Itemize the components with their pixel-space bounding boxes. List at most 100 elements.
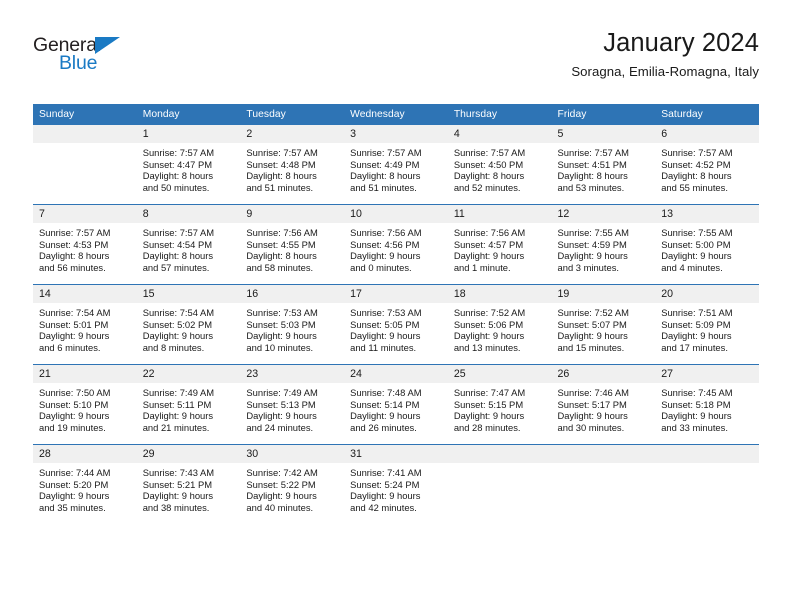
calendar-day-cell[interactable]: 20 Sunrise: 7:51 AM Sunset: 5:09 PM Dayligh…: [655, 284, 759, 365]
day-info-line: Sunrise: 7:57 AM: [453, 147, 526, 158]
calendar-day-cell[interactable]: 15 Sunrise: 7:54 AM Sunset: 5:02 PM Dayligh…: [136, 284, 241, 365]
day-info-line: Daylight: 9 hours: [661, 410, 732, 422]
day-info-line: Daylight: 9 hours: [246, 330, 317, 342]
day-info-line: and 8 minutes.: [142, 342, 205, 354]
calendar-day-cell[interactable]: 14 Sunrise: 7:54 AM Sunset: 5:01 PM Dayligh…: [33, 284, 137, 365]
day-info-line: Sunrise: 7:55 AM: [557, 227, 629, 238]
logo-triangle-icon: [95, 36, 120, 54]
calendar-table: Sunday Monday Tuesday Wednesday Thursday Frid…: [33, 104, 759, 524]
calendar-day-cell[interactable]: 6 Sunrise: 7:57 AM Sunset: 4:52 PM Daylight…: [655, 125, 759, 205]
page-title: January 2024: [603, 29, 759, 57]
calendar-week-row: 14 Sunrise: 7:54 AM Sunset: 5:01 PM Dayligh…: [33, 284, 759, 365]
day-info-line: Sunset: 5:06 PM: [453, 318, 524, 330]
calendar-day-cell[interactable]: 10 Sunrise: 7:56 AM Sunset: 4:56 PM Dayligh…: [344, 204, 448, 285]
calendar-day-cell[interactable]: 25 Sunrise: 7:47 AM Sunset: 5:15 PM Dayligh…: [447, 364, 552, 445]
day-info-line: Daylight: 9 hours: [557, 410, 628, 422]
day-info-line: and 55 minutes.: [661, 182, 728, 194]
calendar-day-cell[interactable]: 30 Sunrise: 7:42 AM Sunset: 5:22 PM Dayligh…: [240, 444, 345, 524]
day-info-line: Daylight: 8 hours: [453, 170, 525, 182]
day-info-line: Daylight: 8 hours: [661, 170, 732, 182]
day-sun-info: Sunrise: 7:45 AM Sunset: 5:18 PM Daylight:…: [655, 383, 759, 434]
calendar-day-cell[interactable]: 5 Sunrise: 7:57 AM Sunset: 4:51 PM Daylight…: [551, 125, 656, 205]
day-number: 31: [344, 445, 448, 463]
calendar-day-cell[interactable]: 27 Sunrise: 7:45 AM Sunset: 5:18 PM Dayligh…: [655, 364, 759, 445]
calendar-day-cell[interactable]: 28 Sunrise: 7:44 AM Sunset: 5:20 PM Dayligh…: [33, 444, 137, 524]
day-info-line: Sunset: 4:48 PM: [246, 158, 316, 170]
day-sun-info: Sunrise: 7:49 AM Sunset: 5:13 PM Daylight:…: [240, 383, 344, 434]
calendar-day-cell[interactable]: 29 Sunrise: 7:43 AM Sunset: 5:21 PM Dayligh…: [136, 444, 241, 524]
calendar-body: 1 Sunrise: 7:57 AM Sunset: 4:47 PM Daylight…: [33, 125, 759, 524]
day-info-line: Daylight: 9 hours: [557, 330, 628, 342]
day-sun-info: Sunrise: 7:44 AM Sunset: 5:20 PM Daylight:…: [33, 463, 137, 514]
day-info-line: and 38 minutes.: [142, 502, 210, 514]
day-info-line: Sunset: 5:07 PM: [557, 318, 627, 330]
day-number: 8: [136, 205, 241, 223]
day-info-line: Sunrise: 7:57 AM: [142, 147, 215, 158]
day-number: 23: [240, 365, 345, 383]
calendar-header-friday: Friday: [551, 104, 656, 125]
day-sun-info: Sunrise: 7:47 AM Sunset: 5:15 PM Daylight:…: [448, 383, 552, 434]
calendar-day-cell[interactable]: 16 Sunrise: 7:53 AM Sunset: 5:03 PM Dayligh…: [240, 284, 345, 365]
calendar-day-cell[interactable]: 12 Sunrise: 7:55 AM Sunset: 4:59 PM Dayligh…: [551, 204, 656, 285]
day-info-line: Daylight: 9 hours: [557, 250, 628, 262]
day-number: 16: [240, 285, 345, 303]
day-info-line: Sunrise: 7:52 AM: [557, 307, 629, 318]
day-sun-info: Sunrise: 7:49 AM Sunset: 5:11 PM Daylight:…: [137, 383, 241, 434]
day-info-line: Daylight: 8 hours: [246, 170, 317, 182]
day-sun-info: Sunrise: 7:54 AM Sunset: 5:01 PM Daylight:…: [33, 303, 137, 354]
calendar-day-cell[interactable]: 2 Sunrise: 7:57 AM Sunset: 4:48 PM Daylight…: [240, 125, 345, 205]
day-info-line: and 30 minutes.: [557, 422, 625, 434]
day-info-line: and 53 minutes.: [557, 182, 625, 194]
day-info-line: Daylight: 9 hours: [453, 410, 525, 422]
calendar-day-cell[interactable]: 23 Sunrise: 7:49 AM Sunset: 5:13 PM Dayligh…: [240, 364, 345, 445]
day-info-line: Sunset: 5:24 PM: [350, 478, 420, 490]
calendar-day-cell[interactable]: 13 Sunrise: 7:55 AM Sunset: 5:00 PM Dayligh…: [655, 204, 759, 285]
day-info-line: Daylight: 9 hours: [142, 410, 214, 422]
day-sun-info: Sunrise: 7:57 AM Sunset: 4:47 PM Daylight:…: [137, 143, 241, 194]
day-info-line: Sunset: 5:18 PM: [661, 398, 731, 410]
day-sun-info: Sunrise: 7:51 AM Sunset: 5:09 PM Daylight:…: [655, 303, 759, 354]
day-info-line: Sunset: 5:02 PM: [142, 318, 213, 330]
calendar-day-cell[interactable]: 31 Sunrise: 7:41 AM Sunset: 5:24 PM Dayligh…: [344, 444, 448, 524]
day-sun-info: Sunrise: 7:53 AM Sunset: 5:05 PM Daylight:…: [344, 303, 448, 354]
calendar-day-cell[interactable]: 24 Sunrise: 7:48 AM Sunset: 5:14 PM Dayligh…: [344, 364, 448, 445]
day-sun-info: Sunrise: 7:55 AM Sunset: 4:59 PM Daylight:…: [552, 223, 656, 274]
day-info-line: and 13 minutes.: [453, 342, 521, 354]
day-info-line: Sunrise: 7:44 AM: [39, 467, 111, 478]
day-sun-info: [552, 463, 656, 467]
calendar-day-cell[interactable]: 7 Sunrise: 7:57 AM Sunset: 4:53 PM Daylight…: [33, 204, 137, 285]
calendar-day-cell[interactable]: 9 Sunrise: 7:56 AM Sunset: 4:55 PM Daylight…: [240, 204, 345, 285]
calendar-day-cell[interactable]: 11 Sunrise: 7:56 AM Sunset: 4:57 PM Dayligh…: [447, 204, 552, 285]
calendar-day-cell[interactable]: 19 Sunrise: 7:52 AM Sunset: 5:07 PM Dayligh…: [551, 284, 656, 365]
day-number: 4: [447, 125, 552, 143]
day-info-line: Daylight: 9 hours: [453, 250, 525, 262]
day-info-line: and 11 minutes.: [350, 342, 417, 354]
day-info-line: Sunrise: 7:49 AM: [142, 387, 215, 398]
day-number: [33, 125, 137, 143]
day-info-line: Sunset: 5:10 PM: [39, 398, 109, 410]
calendar-day-cell[interactable]: 1 Sunrise: 7:57 AM Sunset: 4:47 PM Daylight…: [136, 125, 241, 205]
calendar-day-cell[interactable]: 21 Sunrise: 7:50 AM Sunset: 5:10 PM Dayligh…: [33, 364, 137, 445]
day-number: 24: [344, 365, 448, 383]
day-sun-info: Sunrise: 7:57 AM Sunset: 4:48 PM Daylight:…: [240, 143, 344, 194]
day-number: 12: [551, 205, 656, 223]
day-info-line: Daylight: 9 hours: [39, 490, 110, 502]
calendar-week-row: 7 Sunrise: 7:57 AM Sunset: 4:53 PM Daylight…: [33, 204, 759, 285]
day-info-line: Sunset: 5:17 PM: [557, 398, 627, 410]
calendar-day-cell[interactable]: 18 Sunrise: 7:52 AM Sunset: 5:06 PM Dayligh…: [447, 284, 552, 365]
calendar-day-cell[interactable]: 17 Sunrise: 7:53 AM Sunset: 5:05 PM Dayligh…: [344, 284, 448, 365]
calendar-day-cell[interactable]: 26 Sunrise: 7:46 AM Sunset: 5:17 PM Dayligh…: [551, 364, 656, 445]
day-number: 1: [136, 125, 241, 143]
calendar-day-cell[interactable]: 3 Sunrise: 7:57 AM Sunset: 4:49 PM Daylight…: [344, 125, 448, 205]
day-info-line: Sunset: 4:55 PM: [246, 238, 316, 250]
day-info-line: Sunset: 4:50 PM: [453, 158, 524, 170]
calendar-day-cell[interactable]: 22 Sunrise: 7:49 AM Sunset: 5:11 PM Dayligh…: [136, 364, 241, 445]
day-info-line: Daylight: 9 hours: [350, 490, 421, 502]
calendar-day-cell[interactable]: 8 Sunrise: 7:57 AM Sunset: 4:54 PM Daylight…: [136, 204, 241, 285]
calendar-page: General Blue January 2024 Soragna, Emili…: [0, 0, 792, 612]
day-sun-info: Sunrise: 7:52 AM Sunset: 5:06 PM Daylight:…: [448, 303, 552, 354]
day-info-line: Daylight: 9 hours: [453, 330, 525, 342]
calendar-day-cell[interactable]: 4 Sunrise: 7:57 AM Sunset: 4:50 PM Daylight…: [447, 125, 552, 205]
day-number: 6: [655, 125, 759, 143]
calendar-day-cell-empty: [447, 444, 552, 524]
